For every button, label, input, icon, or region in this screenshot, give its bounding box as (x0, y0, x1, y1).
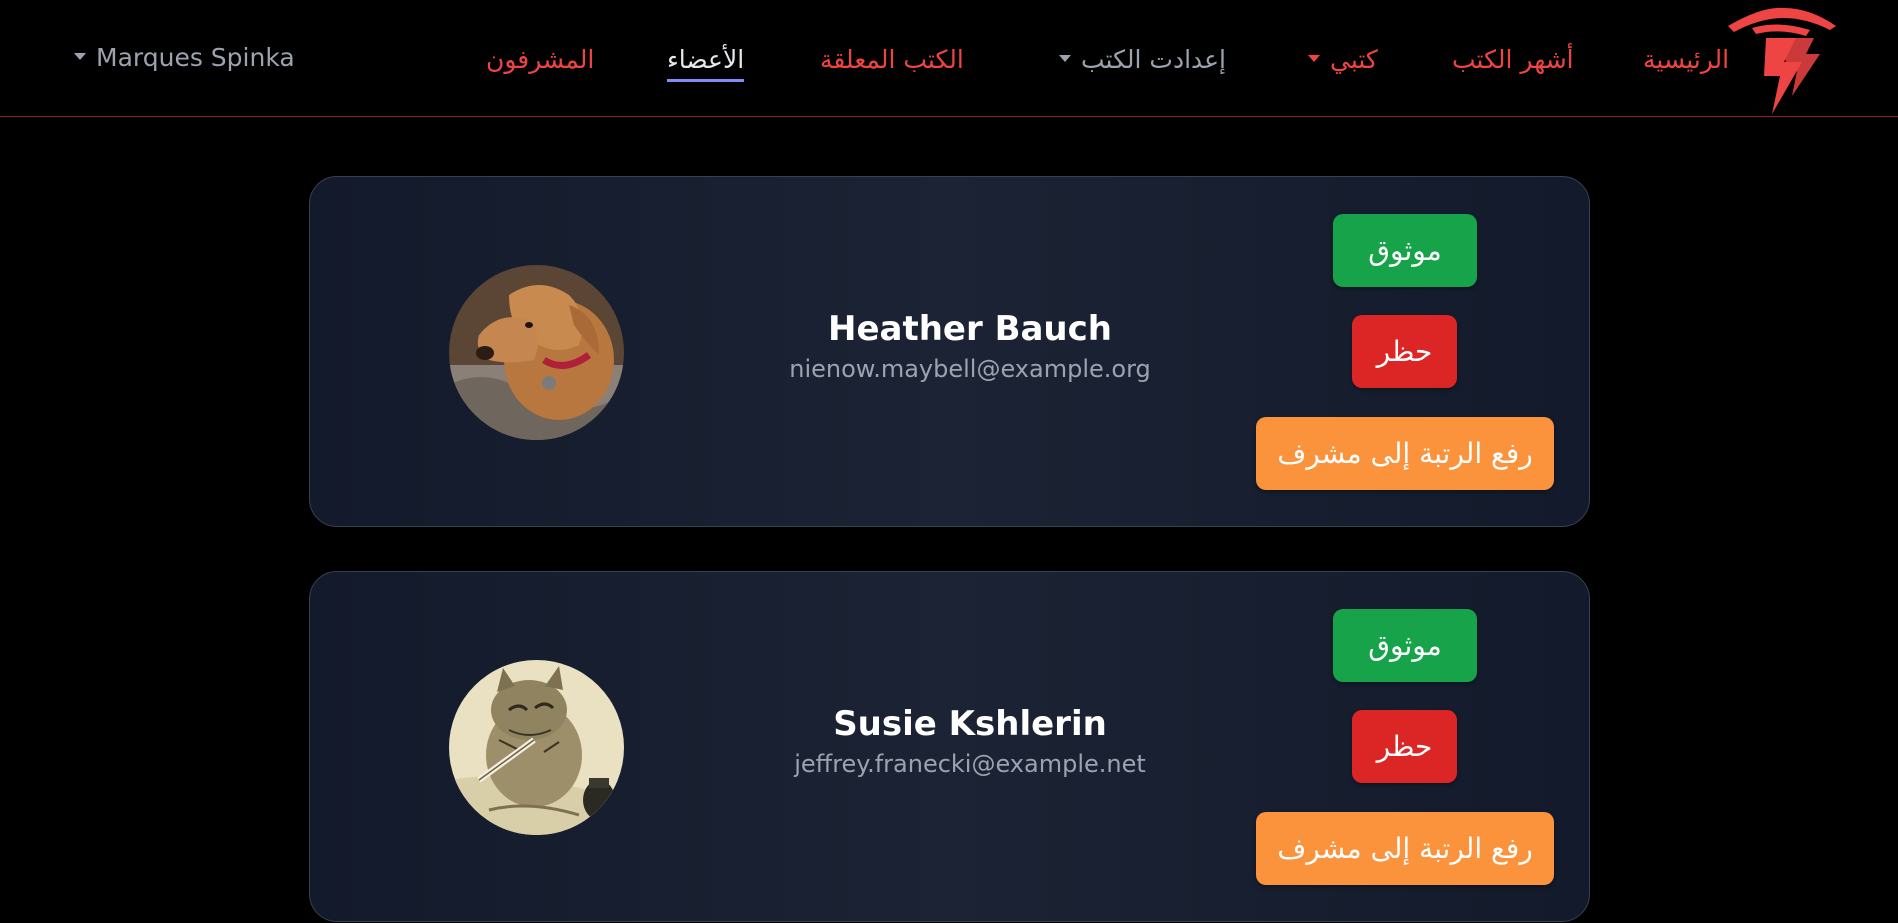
ban-button[interactable]: حظر (1352, 710, 1457, 783)
nav-members[interactable]: الأعضاء (667, 42, 745, 82)
member-card: Susie Kshlerin jeffrey.franecki@example.… (309, 571, 1590, 922)
cat-illustration-icon (449, 660, 624, 835)
caret-down-icon (1059, 54, 1071, 62)
ban-button[interactable]: حظر (1352, 315, 1457, 388)
member-info: Susie Kshlerin jeffrey.franecki@example.… (780, 702, 1160, 780)
member-email: nienow.maybell@example.org (789, 355, 1151, 383)
member-card: Heather Bauch nienow.maybell@example.org… (309, 176, 1590, 527)
site-logo[interactable] (1722, 4, 1840, 114)
nav-book-settings-dropdown[interactable]: إعدادت الكتب (1059, 42, 1226, 78)
nav-my-books-label: كتبي (1330, 45, 1378, 74)
member-info: Heather Bauch nienow.maybell@example.org (780, 307, 1160, 385)
logo-icon (1728, 7, 1836, 114)
nav-my-books-dropdown[interactable]: كتبي (1308, 42, 1378, 78)
avatar (449, 660, 624, 835)
member-email: jeffrey.franecki@example.net (794, 750, 1146, 778)
promote-to-moderator-button[interactable]: رفع الرتبة إلى مشرف (1256, 812, 1554, 885)
verify-button[interactable]: موثوق (1333, 214, 1477, 287)
nav-pending-books[interactable]: الكتب المعلقة (820, 42, 964, 78)
avatar (449, 265, 624, 440)
nav-moderators[interactable]: المشرفون (486, 42, 594, 78)
user-name: Marques Spinka (96, 43, 295, 72)
nav-popular-books[interactable]: أشهر الكتب (1452, 42, 1574, 78)
promote-to-moderator-button[interactable]: رفع الرتبة إلى مشرف (1256, 417, 1554, 490)
nav-book-settings-label: إعدادت الكتب (1081, 45, 1227, 74)
caret-down-icon (74, 52, 86, 60)
top-navbar: الرئيسية أشهر الكتب كتبي إعدادت الكتب ال… (0, 0, 1898, 117)
dog-photo-icon (449, 265, 624, 440)
caret-down-icon (1308, 54, 1320, 62)
member-name: Heather Bauch (827, 309, 1112, 349)
verify-button[interactable]: موثوق (1333, 609, 1477, 682)
nav-home[interactable]: الرئيسية (1643, 42, 1729, 78)
member-name: Susie Kshlerin (833, 704, 1107, 744)
user-menu-dropdown[interactable]: Marques Spinka (74, 40, 295, 76)
